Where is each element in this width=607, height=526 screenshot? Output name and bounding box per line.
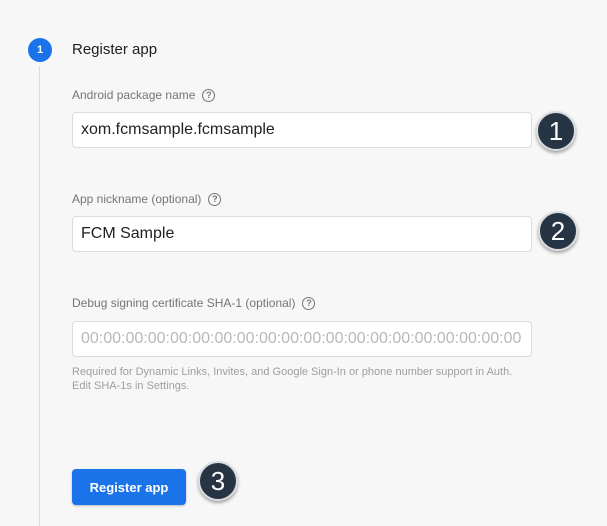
step-connector-line: [39, 66, 40, 526]
register-app-panel: 1 Register app Android package name ? Ap…: [0, 0, 607, 526]
package-name-label-text: Android package name: [72, 88, 196, 102]
register-app-button[interactable]: Register app: [72, 469, 186, 505]
callout-badge-2: 2: [538, 211, 578, 251]
package-name-input[interactable]: [72, 112, 532, 148]
sha1-hint-text: Required for Dynamic Links, Invites, and…: [72, 366, 513, 392]
help-icon[interactable]: ?: [208, 192, 222, 206]
nickname-label-text: App nickname (optional): [72, 192, 202, 206]
sha1-label-text: Debug signing certificate SHA-1 (optiona…: [72, 296, 296, 310]
nickname-label: App nickname (optional) ?: [72, 191, 222, 207]
sha1-label: Debug signing certificate SHA-1 (optiona…: [72, 295, 316, 311]
step-number-badge: 1: [28, 38, 52, 62]
help-icon[interactable]: ?: [302, 296, 316, 310]
nickname-input[interactable]: [72, 216, 532, 252]
help-icon[interactable]: ?: [202, 88, 216, 102]
package-name-label: Android package name ?: [72, 87, 216, 103]
sha1-input[interactable]: [72, 321, 532, 357]
step-title: Register app: [72, 41, 158, 58]
callout-badge-3: 3: [198, 461, 238, 501]
callout-badge-1: 1: [536, 111, 576, 151]
